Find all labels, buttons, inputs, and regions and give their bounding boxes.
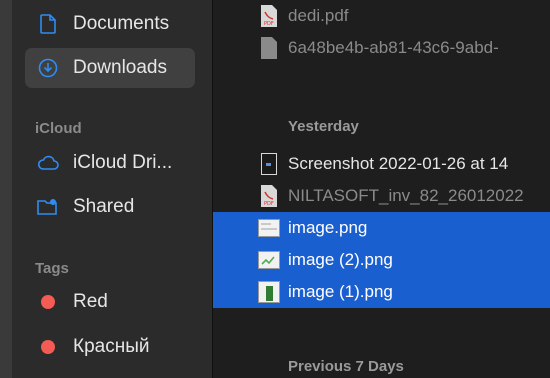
sidebar-item-label: iCloud Dri... [73,152,173,173]
group-heading-yesterday: Yesterday [288,118,359,135]
sidebar-item-label: Red [73,291,108,312]
file-name: image (2).png [288,250,393,269]
file-row-selected[interactable]: image (1).png [213,276,550,308]
section-heading-tags: Tags [35,260,69,277]
screenshot-icon [258,152,280,176]
file-name: NILTASOFT_inv_82_26012022 [288,186,524,205]
section-heading-icloud: iCloud [35,120,82,137]
sidebar-item-downloads[interactable]: Downloads [25,48,195,88]
sidebar-item-documents[interactable]: Documents [25,4,195,44]
svg-text:PDF: PDF [264,201,274,207]
image-icon [258,280,280,304]
document-icon [37,13,59,35]
sidebar-edge [0,0,12,378]
file-row[interactable]: Screenshot 2022-01-26 at 14 [213,148,550,180]
sidebar-item-label: Documents [73,13,170,34]
file-row[interactable]: 6a48be4b-ab81-43c6-9abd- [213,32,550,64]
sidebar-item-label: Downloads [73,57,167,78]
file-name: 6a48be4b-ab81-43c6-9abd- [288,38,499,57]
document-icon [258,36,280,60]
file-row-selected[interactable]: image (2).png [213,244,550,276]
sidebar-item-tag-krasny[interactable]: Красный [25,327,195,367]
file-name: dedi.pdf [288,6,349,25]
file-row-selected[interactable]: image.png [213,212,550,244]
sidebar-item-label: Shared [73,196,135,217]
sidebar: Documents Downloads iCloud iCloud Dri...… [0,0,212,378]
download-icon [37,57,59,79]
shared-folder-icon [37,196,59,218]
cloud-icon [37,152,59,174]
file-name: Screenshot 2022-01-26 at 14 [288,154,509,173]
sidebar-item-shared[interactable]: Shared [25,187,195,227]
file-name: image (1).png [288,282,393,301]
sidebar-item-label: Красный [73,336,150,357]
group-heading-previous-7-days: Previous 7 Days [288,358,404,375]
sidebar-item-icloud-drive[interactable]: iCloud Dri... [25,143,195,183]
sidebar-item-tag-red[interactable]: Red [25,282,195,322]
file-row[interactable]: PDF dedi.pdf [213,0,550,32]
svg-text:PDF: PDF [264,21,274,27]
file-name: image.png [288,218,368,237]
file-row[interactable]: PDF NILTASOFT_inv_82_26012022 [213,180,550,212]
tag-dot-icon [37,291,59,313]
pdf-icon: PDF [258,184,280,208]
image-icon [258,248,280,272]
file-list: PDF dedi.pdf 6a48be4b-ab81-43c6-9abd- Ye… [213,0,550,378]
tag-dot-icon [37,336,59,358]
pdf-icon: PDF [258,4,280,28]
image-icon [258,216,280,240]
